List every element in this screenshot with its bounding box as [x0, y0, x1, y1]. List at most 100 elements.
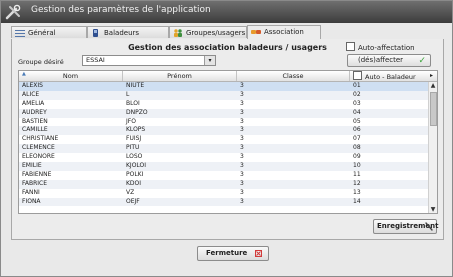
tab-bar: Général Baladeurs Groupes/usagers Associ… [11, 25, 442, 40]
column-auto-label: Auto - Baladeur [365, 73, 416, 81]
cell-classe: 3 [240, 126, 244, 134]
tab-general-label: Général [28, 29, 56, 37]
table-row[interactable]: FABIENNE POLKI 3 11 [19, 171, 429, 180]
column-header-prenom[interactable]: Prénom [123, 71, 237, 81]
cell-classe: 3 [240, 90, 244, 98]
cell-auto: 03 [353, 99, 361, 107]
cell-auto: 08 [353, 144, 361, 152]
cell-classe: 3 [240, 108, 244, 116]
cell-prenom: NIUTE [126, 82, 145, 89]
scroll-down-icon[interactable]: ▼ [429, 206, 437, 213]
scroll-up-icon[interactable]: ▲ [429, 82, 437, 89]
group-select[interactable]: ESSAI ▾ [82, 55, 216, 66]
group-label: Groupe désiré [18, 58, 64, 66]
auto-affectation-checkbox[interactable]: Auto-affectation [346, 42, 415, 52]
cell-nom: AMELIA [22, 99, 45, 107]
auto-affectation-label: Auto-affectation [358, 44, 415, 52]
cell-classe: 3 [240, 135, 244, 143]
cell-classe: 3 [240, 117, 244, 125]
table-row[interactable]: FANNI VZ 3 13 [19, 189, 429, 198]
chevron-right-icon[interactable]: ▸ [430, 71, 433, 81]
pencil-icon [425, 222, 433, 231]
table-row[interactable]: ALEXIS NIUTE 3 01 [19, 82, 429, 91]
column-header-auto-baladeur[interactable]: Auto - Baladeur ▸ [350, 71, 437, 81]
cell-nom: FIONA [22, 197, 41, 205]
chevron-down-icon[interactable]: ▾ [204, 56, 215, 65]
save-button[interactable]: Enregistrement [373, 219, 438, 234]
list-icon [15, 30, 25, 37]
cell-prenom: KLOPS [126, 126, 146, 134]
cell-prenom: DNPZO [126, 108, 148, 116]
cell-nom: ELEONORE [22, 153, 55, 161]
table-row[interactable]: AMELIA BLOI 3 03 [19, 100, 429, 109]
tab-association[interactable]: Association [247, 25, 321, 39]
cell-prenom: POLKI [126, 170, 144, 178]
cell-nom: ALEXIS [22, 82, 43, 89]
table-row[interactable]: AUDREY DNPZO 3 04 [19, 108, 429, 118]
association-table: ▲ Nom Prénom Classe Auto - Baladeur ▸ AL… [18, 70, 438, 214]
table-row[interactable]: CHRISTIANE FUISJ 3 07 [19, 135, 429, 144]
cell-classe: 3 [240, 153, 244, 161]
column-classe-label: Classe [282, 72, 304, 80]
desaffecter-label: (dés)affecter [358, 56, 404, 64]
cell-nom: FABRICE [22, 179, 48, 187]
tab-general[interactable]: Général [11, 26, 87, 38]
cell-nom: CLEMENCE [22, 144, 55, 152]
cell-classe: 3 [240, 82, 244, 89]
table-row[interactable]: CAMILLE KLOPS 3 06 [19, 126, 429, 136]
column-header-classe[interactable]: Classe [237, 71, 350, 81]
table-row[interactable]: CLEMENCE PITU 3 08 [19, 144, 429, 154]
checkmark-icon: ✓ [418, 56, 426, 66]
tab-baladeurs-label: Baladeurs [104, 29, 140, 37]
cell-prenom: KDOI [126, 179, 142, 187]
table-row[interactable]: ALICE L 3 02 [19, 90, 429, 100]
cell-prenom: LOSO [126, 153, 143, 161]
header-checkbox[interactable] [353, 71, 362, 80]
cell-nom: AUDREY [22, 108, 47, 116]
users-icon [174, 29, 182, 37]
cell-classe: 3 [240, 162, 244, 170]
cell-auto: 14 [353, 197, 361, 205]
cell-classe: 3 [240, 144, 244, 152]
cell-nom: EMILIE [22, 162, 42, 170]
table-row[interactable]: EMILIE KJOLOI 3 10 [19, 162, 429, 171]
tab-groupes-usagers-label: Groupes/usagers [186, 29, 246, 37]
table-row[interactable]: BASTIEN JFO 3 05 [19, 118, 429, 127]
window-title: Gestion des paramètres de l'application [31, 5, 211, 15]
cell-prenom: OEJF [126, 197, 140, 205]
tab-groupes-usagers[interactable]: Groupes/usagers [169, 26, 247, 38]
title-bar[interactable]: Gestion des paramètres de l'application [1, 1, 452, 23]
settings-window: Gestion des paramètres de l'application … [0, 0, 453, 277]
link-icon [251, 30, 261, 34]
column-prenom-label: Prénom [167, 72, 192, 80]
cell-auto: 06 [353, 126, 361, 134]
tab-baladeurs[interactable]: Baladeurs [87, 26, 169, 38]
cell-auto: 07 [353, 135, 361, 143]
cell-classe: 3 [240, 99, 244, 107]
desaffecter-button[interactable]: (dés)affecter ✓ [347, 54, 431, 67]
cell-nom: CAMILLE [22, 126, 48, 134]
cell-nom: ALICE [22, 90, 40, 98]
scrollbar-thumb[interactable] [430, 92, 437, 126]
cell-prenom: PITU [126, 144, 140, 152]
cell-classe: 3 [240, 197, 244, 205]
table-body: ALEXIS NIUTE 3 01 ALICE L 3 02 AMELIA BLOI 3 03 AUDR… [19, 82, 429, 207]
tab-association-label: Association [264, 28, 304, 36]
table-row[interactable]: FABRICE KDOI 3 12 [19, 179, 429, 189]
cell-prenom: JFO [126, 117, 136, 125]
table-row[interactable]: FIONA OEJF 3 14 [19, 197, 429, 207]
column-header-nom[interactable]: ▲ Nom [19, 71, 123, 81]
cell-prenom: BLOI [126, 99, 140, 107]
cell-prenom: KJOLOI [126, 162, 147, 170]
cell-auto: 10 [353, 162, 361, 170]
cell-nom: FANNI [22, 188, 40, 196]
group-select-value: ESSAI [86, 56, 105, 64]
checkbox-box[interactable] [346, 42, 355, 51]
cell-auto: 04 [353, 108, 361, 116]
cell-auto: 05 [353, 117, 361, 125]
vertical-scrollbar[interactable]: ▲ ▼ [428, 82, 437, 213]
cell-auto: 12 [353, 179, 361, 187]
close-button[interactable]: Fermeture [197, 246, 269, 261]
table-row[interactable]: ELEONORE LOSO 3 09 [19, 153, 429, 162]
sort-up-icon: ▲ [22, 71, 26, 77]
